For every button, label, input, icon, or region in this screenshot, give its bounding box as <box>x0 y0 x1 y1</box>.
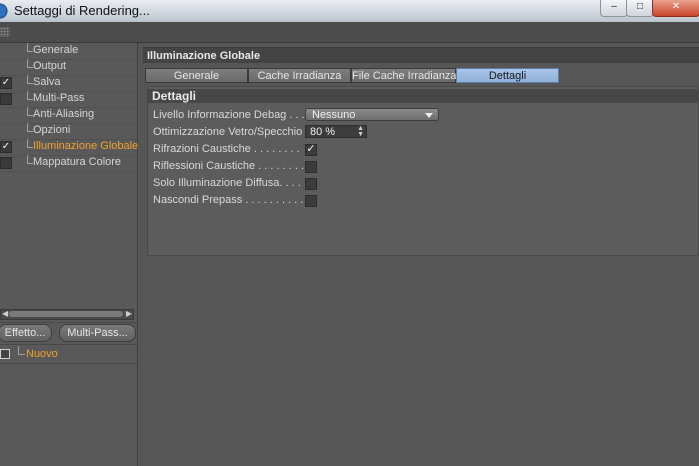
glass-optimization-value: 80 % <box>310 126 336 138</box>
divider <box>0 363 137 364</box>
scrollbar-thumb[interactable] <box>9 311 123 317</box>
sidebar-item-generale[interactable]: Generale <box>0 43 137 60</box>
salva-checkbox[interactable]: ✓ <box>0 77 12 89</box>
tab-generale[interactable]: Generale <box>145 68 248 83</box>
section-title: Illuminazione Globale <box>143 47 699 63</box>
tab-bar: Generale Cache Irradianza File Cache Irr… <box>145 68 560 84</box>
sidebar-item-anti-aliasing[interactable]: Anti-Aliasing <box>0 107 137 124</box>
sidebar-item-label: Opzioni <box>33 124 71 136</box>
sidebar-horizontal-scrollbar[interactable]: ◀ ▶ <box>0 309 134 320</box>
sidebar-item-label: Salva <box>33 76 61 88</box>
stepper-arrows-icon[interactable]: ▲ ▼ <box>357 125 364 138</box>
glass-optimization-stepper[interactable]: 80 % ▲ ▼ <box>305 125 367 138</box>
sidebar-item-label: Mappatura Colore <box>33 156 122 168</box>
render-preset-icon[interactable] <box>0 349 10 359</box>
divider <box>0 322 137 323</box>
sidebar-item-label: Multi-Pass <box>33 92 85 104</box>
mappatura-colore-checkbox[interactable] <box>0 157 12 169</box>
sidebar-item-label: Anti-Aliasing <box>33 108 95 120</box>
sidebar-item-illuminazione-globale[interactable]: ✓ Illuminazione Globale <box>0 139 139 156</box>
debug-level-value: Nessuno <box>312 109 356 121</box>
minimize-button[interactable]: – <box>600 0 628 17</box>
hide-prepass-label: Nascondi Prepass . . . . . . . . . . <box>153 194 304 206</box>
debug-level-dropdown[interactable]: Nessuno <box>305 108 439 121</box>
illuminazione-globale-checkbox[interactable]: ✓ <box>0 141 12 153</box>
tab-cache-irradianza[interactable]: Cache Irradianza <box>248 68 351 83</box>
sidebar-item-label: Illuminazione Globale <box>33 140 139 152</box>
close-button[interactable]: ✕ <box>652 0 699 17</box>
window-title: Settaggi di Rendering... <box>14 3 150 18</box>
reflection-caustics-label: Riflessioni Caustiche . . . . . . . . <box>153 160 304 172</box>
refraction-caustics-checkbox[interactable]: ✓ <box>305 144 317 156</box>
multipass-checkbox[interactable] <box>0 93 12 105</box>
maximize-button[interactable]: □ <box>626 0 654 17</box>
grip-icon[interactable] <box>0 27 10 37</box>
sidebar-item-salva[interactable]: ✓ Salva <box>0 75 137 92</box>
sidebar-item-output[interactable]: Output <box>0 59 137 76</box>
tab-file-cache-irradianza[interactable]: File Cache Irradianza <box>351 68 457 83</box>
refraction-caustics-label: Rifrazioni Caustiche . . . . . . . . <box>153 143 300 155</box>
reflection-caustics-checkbox[interactable] <box>305 161 317 173</box>
app-icon <box>0 3 10 19</box>
glass-optimization-label: Ottimizzazione Vetro/Specchio <box>153 126 303 138</box>
sidebar-item-mappatura-colore[interactable]: Mappatura Colore <box>0 155 137 172</box>
scroll-right-icon[interactable]: ▶ <box>126 309 132 318</box>
settings-content: Illuminazione Globale Generale Cache Irr… <box>139 43 699 466</box>
sidebar-item-opzioni[interactable]: Opzioni <box>0 123 137 140</box>
tab-dettagli[interactable]: Dettagli <box>456 68 559 83</box>
preset-item-nuovo[interactable]: Nuovo <box>26 348 58 360</box>
toolbar <box>0 22 699 43</box>
title-bar: Settaggi di Rendering... – □ ✕ <box>0 0 699 22</box>
scroll-left-icon[interactable]: ◀ <box>2 309 8 318</box>
debug-level-label: Livello Informazione Debag . . . <box>153 109 305 121</box>
divider <box>0 344 137 345</box>
sidebar-item-label: Generale <box>33 44 79 56</box>
settings-sidebar: Generale Output ✓ Salva Multi-Pass Anti-… <box>0 43 138 466</box>
chevron-down-icon <box>425 113 433 118</box>
diffuse-only-label: Solo Illuminazione Diffusa. . . . . <box>153 177 307 189</box>
hide-prepass-checkbox[interactable] <box>305 195 317 207</box>
sidebar-item-label: Output <box>33 60 67 72</box>
effect-button[interactable]: Effetto... <box>0 324 52 342</box>
diffuse-only-checkbox[interactable] <box>305 178 317 190</box>
group-title: Dettagli <box>148 89 698 103</box>
sidebar-item-multipass[interactable]: Multi-Pass <box>0 91 137 108</box>
multipass-button[interactable]: Multi-Pass... <box>59 324 136 342</box>
